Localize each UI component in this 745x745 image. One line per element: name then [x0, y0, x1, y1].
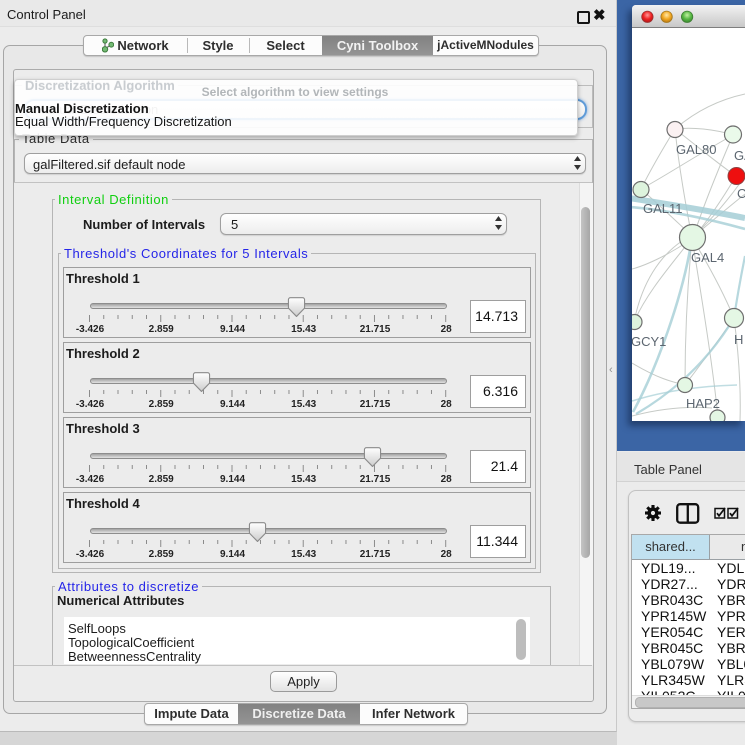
- svg-text:HAP2: HAP2: [686, 396, 720, 411]
- svg-text:GCY1: GCY1: [632, 334, 666, 349]
- svg-text:GAL80: GAL80: [676, 142, 716, 157]
- svg-text:GAL11: GAL11: [643, 201, 683, 216]
- svg-text:GAL4: GAL4: [691, 250, 724, 265]
- svg-text:C: C: [737, 186, 745, 201]
- svg-text:H: H: [734, 332, 743, 347]
- svg-text:GAL: GAL: [734, 148, 745, 163]
